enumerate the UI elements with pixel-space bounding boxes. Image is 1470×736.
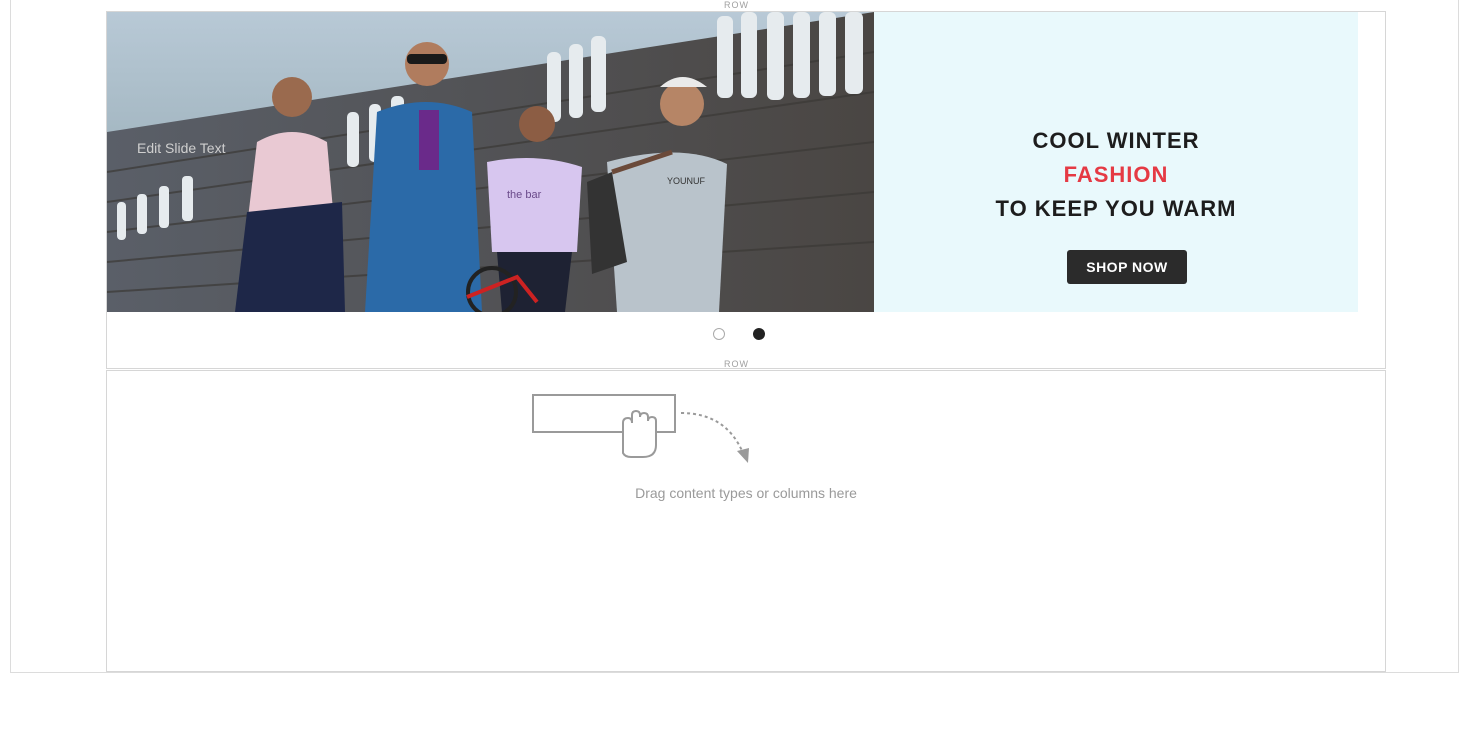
- headline-line-3: TO KEEP YOU WARM: [995, 196, 1237, 221]
- shop-now-button[interactable]: SHOP NOW: [1067, 250, 1187, 284]
- row-slider[interactable]: the bar YOUNUF COOL WINTER FASHION TO KE…: [106, 11, 1386, 369]
- row-label-2: ROW: [724, 359, 749, 369]
- row-label: ROW: [724, 0, 749, 10]
- banner-text-panel: COOL WINTER FASHION TO KEEP YOU WARM SHO…: [874, 12, 1358, 312]
- row-empty-dropzone[interactable]: Drag content types or columns here: [106, 370, 1386, 672]
- tee-logo-text: YOUNUF: [667, 176, 706, 186]
- headline-line-1: COOL WINTER: [1032, 128, 1200, 153]
- banner-photo: the bar YOUNUF: [107, 12, 874, 312]
- edit-slide-text[interactable]: Edit Slide Text: [137, 140, 225, 156]
- banner-slide[interactable]: the bar YOUNUF COOL WINTER FASHION TO KE…: [107, 12, 1358, 312]
- drop-hint-text: Drag content types or columns here: [635, 485, 857, 501]
- slider-pagination: [713, 328, 767, 342]
- slide-dot-2-active[interactable]: [753, 328, 765, 340]
- stage-canvas: ROW the bar YOUNUF COOL WINTER FASHION T…: [10, 0, 1459, 673]
- tee-print-text: the bar: [507, 189, 542, 201]
- headline-line-2: FASHION: [1063, 162, 1169, 187]
- slide-dot-1[interactable]: [713, 328, 725, 340]
- hand-drag-icon: [532, 394, 749, 463]
